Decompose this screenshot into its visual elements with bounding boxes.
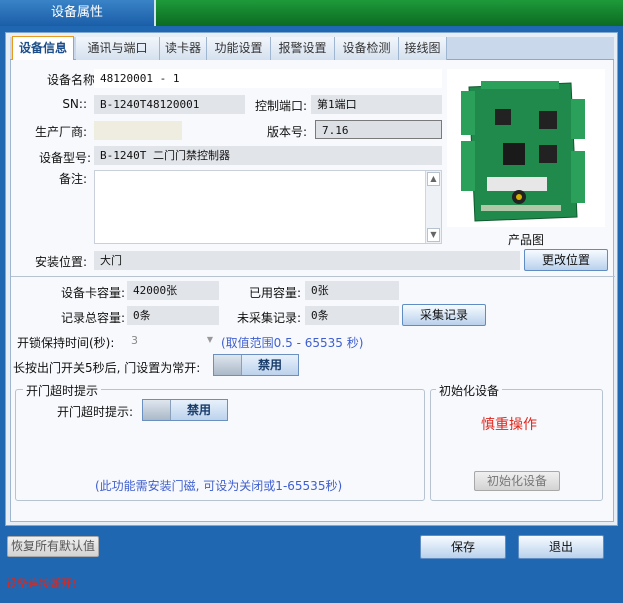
product-image (447, 69, 605, 227)
tab-device-info[interactable]: 设备信息 (12, 36, 74, 61)
control-port-field: 第1端口 (311, 95, 442, 114)
sn-label: SN:: (62, 97, 87, 111)
unlock-hold-label: 开锁保持时间(秒): (17, 336, 115, 350)
exit-button[interactable]: 退出 (518, 535, 604, 559)
tab-device-check[interactable]: 设备检测 (335, 37, 399, 60)
tab-card-reader[interactable]: 读卡器 (160, 37, 207, 60)
product-image-caption: 产品图 (507, 233, 544, 247)
window-title: 设备属性 (0, 0, 156, 26)
door-timeout-group-title: 开门超时提示 (23, 382, 102, 399)
tab-function-settings[interactable]: 功能设置 (207, 37, 271, 60)
location-label: 安装位置: (34, 255, 87, 269)
tab-bar: 设备信息 通讯与端口 读卡器 功能设置 报警设置 设备检测 接线图 (10, 36, 614, 61)
card-capacity-field: 42000张 (127, 281, 219, 300)
tab-alarm-settings[interactable]: 报警设置 (271, 37, 335, 60)
unlock-hold-range-hint: (取值范围0.5 - 65535 秒) (221, 336, 364, 350)
long-press-toggle[interactable]: 禁用 (213, 354, 299, 376)
card-capacity-label: 设备卡容量: (60, 286, 125, 300)
version-field: 7.16 (315, 120, 442, 139)
init-device-group-title: 初始化设备 (436, 382, 503, 399)
init-device-button[interactable]: 初始化设备 (474, 471, 560, 491)
control-port-label: 控制端口: (254, 99, 307, 113)
sn-field: B-1240T48120001 (94, 95, 245, 114)
door-timeout-label: 开门超时提示: (56, 405, 133, 419)
connection-status-text: 设备连接断开! (6, 577, 77, 590)
toggle-knob (214, 355, 242, 375)
record-capacity-label: 记录总容量: (60, 311, 125, 325)
long-press-toggle-label: 禁用 (257, 358, 282, 372)
record-capacity-field: 0条 (127, 306, 219, 325)
controller-board-icon (461, 81, 585, 222)
device-info-page: 设备名称: 48120001 - 1 SN:: B-1240T48120001 … (10, 60, 615, 522)
door-timeout-toggle[interactable]: 禁用 (142, 399, 228, 421)
model-label: 设备型号: (38, 151, 91, 165)
tab-wiring-diagram[interactable]: 接线图 (399, 37, 447, 60)
unlock-hold-value: 3 (131, 334, 138, 347)
tab-communication-port[interactable]: 通讯与端口 (76, 37, 160, 60)
toggle-knob (143, 400, 171, 420)
remark-scrollbar[interactable]: ▲ ▼ (425, 171, 441, 243)
door-timeout-toggle-label: 禁用 (186, 403, 211, 417)
long-press-label: 长按出门开关5秒后, 门设置为常开: (13, 361, 201, 375)
divider (11, 276, 615, 277)
save-button[interactable]: 保存 (420, 535, 506, 559)
chevron-down-icon: ▼ (206, 335, 213, 344)
status-bar (0, 577, 623, 603)
door-timeout-note: (此功能需安装门磁, 可设为关闭或1-65535秒) (95, 479, 343, 493)
device-name-field[interactable]: 48120001 - 1 (94, 69, 442, 88)
careful-operation-warning: 慎重操作 (481, 417, 537, 433)
device-name-label: 设备名称: (46, 73, 99, 87)
remark-textarea[interactable]: ▲ ▼ (94, 170, 442, 244)
change-location-button[interactable]: 更改位置 (524, 249, 608, 271)
remark-label: 备注: (58, 172, 87, 186)
collect-records-button[interactable]: 采集记录 (402, 304, 486, 326)
scroll-down-icon[interactable]: ▼ (427, 228, 440, 242)
manufacturer-field (94, 121, 182, 140)
version-label: 版本号: (266, 125, 307, 139)
location-field: 大门 (94, 251, 520, 270)
restore-defaults-button[interactable]: 恢复所有默认值 (7, 536, 99, 557)
unsampled-records-field: 0条 (305, 306, 399, 325)
unsampled-records-label: 未采集记录: (236, 311, 301, 325)
unlock-hold-select[interactable]: 3 ▼ (127, 331, 215, 350)
used-capacity-field: 0张 (305, 281, 399, 300)
model-field: B-1240T 二门门禁控制器 (94, 146, 442, 165)
manufacturer-label: 生产厂商: (34, 125, 87, 139)
used-capacity-label: 已用容量: (248, 286, 301, 300)
scroll-up-icon[interactable]: ▲ (427, 172, 440, 186)
